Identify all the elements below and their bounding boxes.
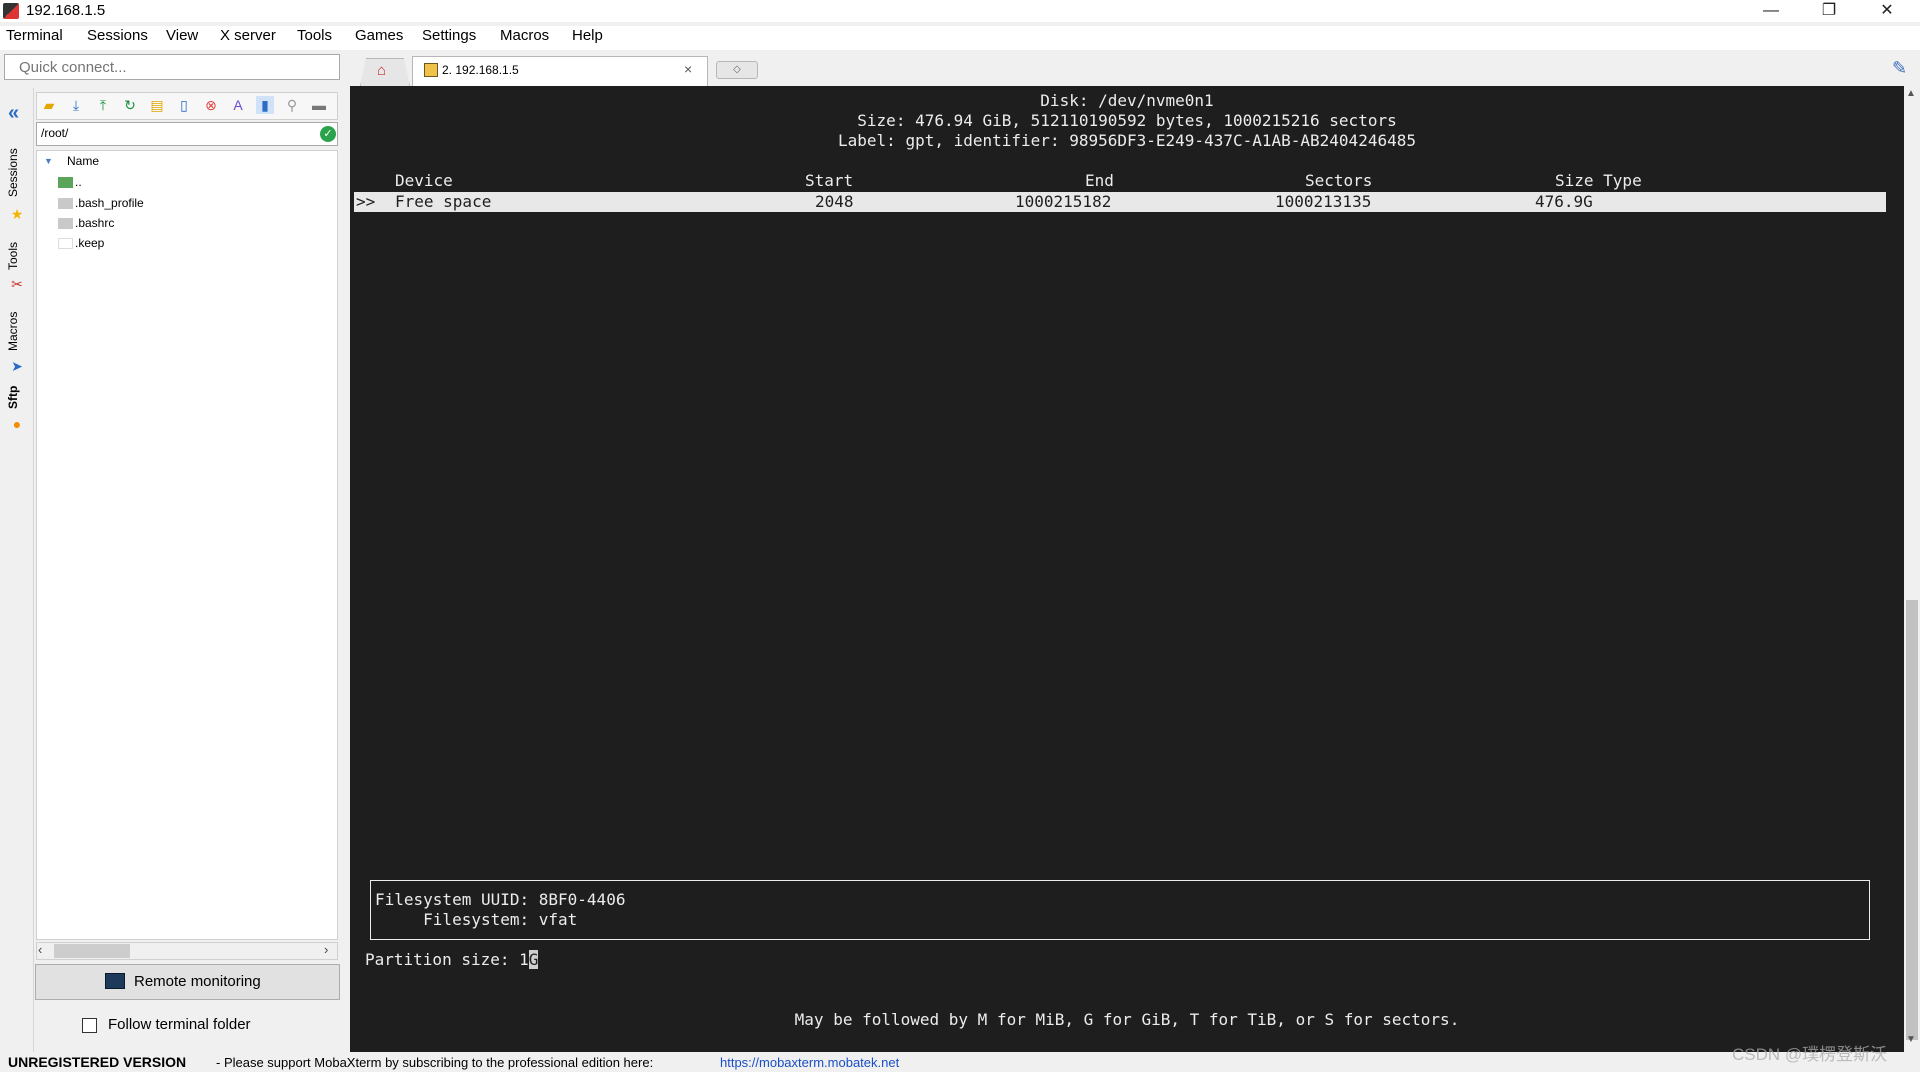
upload-icon[interactable]: ⤒ xyxy=(94,96,112,114)
restore-button[interactable]: ❐ xyxy=(1800,0,1858,22)
close-window-button[interactable]: ✕ xyxy=(1858,0,1916,22)
monitor-icon xyxy=(105,973,125,989)
scroll-up-icon[interactable]: ▲ xyxy=(1906,88,1916,99)
mobatek-link[interactable]: https://mobaxterm.mobatek.net xyxy=(720,1055,899,1070)
follow-terminal-folder-checkbox[interactable] xyxy=(82,1018,97,1033)
follow-terminal-folder-label[interactable]: Follow terminal folder xyxy=(108,1016,251,1033)
folder-up-icon[interactable]: ▰ xyxy=(40,96,58,114)
terminal-session-icon xyxy=(424,63,438,77)
header-start: Start xyxy=(805,171,854,190)
file-tree xyxy=(36,150,338,940)
menu-games[interactable]: Games xyxy=(355,27,403,44)
scroll-left-icon[interactable]: ‹ xyxy=(38,942,42,957)
paperclip-icon[interactable]: ✎ xyxy=(1892,58,1907,79)
disk-line: Disk: /dev/nvme0n1 xyxy=(1040,91,1214,110)
scroll-down-icon[interactable]: ▼ xyxy=(1906,1034,1916,1045)
menu-sessions[interactable]: Sessions xyxy=(87,27,148,44)
parent-folder-icon xyxy=(58,177,73,189)
support-message: - Please support MobaXterm by subscribin… xyxy=(216,1055,654,1070)
session-tab-label: 2. 192.168.1.5 xyxy=(442,63,519,77)
partition-row-free-space[interactable] xyxy=(354,192,1886,212)
header-end: End xyxy=(1085,171,1114,190)
new-folder-icon[interactable]: ▤ xyxy=(148,96,166,114)
new-file-icon[interactable]: ▯ xyxy=(175,96,193,114)
quick-connect-input[interactable] xyxy=(4,54,340,80)
partition-size-input[interactable]: 1 xyxy=(519,950,529,969)
header-device: Device xyxy=(395,171,453,190)
file-row-keep[interactable]: .keep xyxy=(58,236,104,254)
macros-send-icon: ➤ xyxy=(11,358,23,374)
filesystem-type-line: Filesystem: vfat xyxy=(375,910,578,929)
row-start: 2048 xyxy=(815,192,854,211)
minimize-button[interactable]: — xyxy=(1742,0,1800,22)
new-tab-button[interactable]: ◇ xyxy=(716,61,758,79)
filesystem-info-box xyxy=(370,880,1870,940)
home-icon: ⌂ xyxy=(377,62,387,79)
vertical-sidebar xyxy=(0,88,34,1052)
menu-settings[interactable]: Settings xyxy=(422,27,476,44)
collapse-sidebar-icon[interactable]: « xyxy=(8,102,19,125)
text-cursor: G xyxy=(528,950,539,969)
menu-help[interactable]: Help xyxy=(572,27,603,44)
filesystem-uuid-line: Filesystem UUID: 8BF0-4406 xyxy=(375,890,626,909)
expand-arrow-icon[interactable]: ▼ xyxy=(44,156,53,166)
tools-icon: ✂ xyxy=(11,276,23,292)
file-row-bash-profile[interactable]: .bash_profile xyxy=(58,196,144,214)
checkmark-icon[interactable]: ✓ xyxy=(320,126,336,142)
rename-icon[interactable]: A xyxy=(229,96,247,114)
horizontal-scrollbar-thumb[interactable] xyxy=(54,944,130,958)
partition-size-prompt[interactable]: Partition size: 1G xyxy=(365,950,539,970)
row-size: 476.9G xyxy=(1535,192,1593,211)
star-icon: ★ xyxy=(10,206,24,222)
sidebar-tab-tools[interactable]: Tools xyxy=(6,236,28,276)
row-sectors: 1000213135 xyxy=(1275,192,1372,211)
download-icon[interactable]: ⤓ xyxy=(67,96,85,114)
menu-tools[interactable]: Tools xyxy=(297,27,332,44)
mobaxterm-app-icon xyxy=(3,3,19,19)
label-line: Label: gpt, identifier: 98956DF3-E249-43… xyxy=(838,131,1416,150)
menu-terminal[interactable]: Terminal xyxy=(6,27,63,44)
sftp-icon: ● xyxy=(12,416,22,432)
header-sectors: Sectors xyxy=(1305,171,1373,190)
file-row-bashrc[interactable]: .bashrc xyxy=(58,216,114,234)
row-marker: >> xyxy=(356,192,376,211)
menu-x-server[interactable]: X server xyxy=(220,27,276,44)
scroll-right-icon[interactable]: › xyxy=(324,942,328,957)
remote-monitoring-label: Remote monitoring xyxy=(134,973,261,990)
file-icon xyxy=(58,218,73,230)
file-icon xyxy=(58,198,73,210)
delete-icon[interactable]: ⊗ xyxy=(202,96,220,114)
menu-bar xyxy=(0,26,1920,50)
file-row-parent[interactable]: .. xyxy=(58,175,82,193)
sftp-path-field[interactable]: /root/ xyxy=(36,122,338,146)
window-title: 192.168.1.5 xyxy=(26,2,106,19)
csdn-watermark: CSDN @璞楞登斯沃 xyxy=(1732,1045,1888,1064)
header-size-type: Size Type xyxy=(1555,171,1642,190)
close-tab-icon[interactable]: × xyxy=(684,61,692,77)
sidebar-tab-sessions[interactable]: Sessions xyxy=(6,144,28,202)
unregistered-version-label: UNREGISTERED VERSION xyxy=(8,1054,187,1070)
hide-panel-icon[interactable]: ▬ xyxy=(310,96,328,114)
properties-icon[interactable]: ▮ xyxy=(256,96,274,114)
terminal-scrollbar-thumb[interactable] xyxy=(1906,600,1918,1040)
sidebar-tab-macros[interactable]: Macros xyxy=(6,306,28,356)
title-bar xyxy=(0,0,1920,22)
row-device: Free space xyxy=(395,192,492,211)
size-line: Size: 476.94 GiB, 512110190592 bytes, 10… xyxy=(857,111,1397,130)
size-hint-line: May be followed by M for MiB, G for GiB,… xyxy=(794,1010,1460,1029)
refresh-icon[interactable]: ↻ xyxy=(121,96,139,114)
row-end: 1000215182 xyxy=(1015,192,1112,211)
terminal-folder-icon[interactable]: ⚲ xyxy=(283,96,301,114)
name-column-header[interactable]: Name xyxy=(67,154,99,168)
menu-macros[interactable]: Macros xyxy=(500,27,549,44)
sidebar-tab-sftp[interactable]: Sftp xyxy=(6,382,28,412)
empty-file-icon xyxy=(58,238,73,250)
menu-view[interactable]: View xyxy=(166,27,198,44)
